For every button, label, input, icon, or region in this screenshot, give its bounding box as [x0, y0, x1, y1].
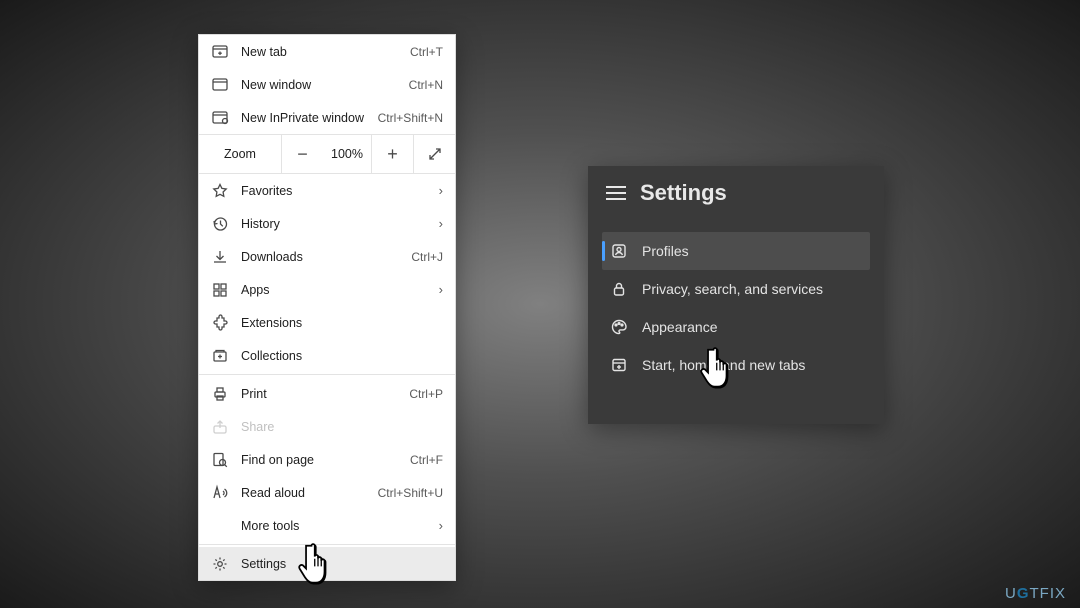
menu-item-favorites[interactable]: Favorites ›: [199, 174, 455, 207]
settings-sidebar-panel: Settings Profiles Privacy, search, and s…: [588, 166, 884, 424]
zoom-label: Zoom: [199, 147, 281, 161]
menu-item-settings[interactable]: Settings: [199, 547, 455, 580]
new-tab-icon: [211, 43, 229, 61]
menu-shortcut: Ctrl+Shift+N: [378, 111, 443, 125]
chevron-right-icon: ›: [439, 518, 443, 533]
menu-label: Favorites: [241, 184, 427, 198]
find-icon: [211, 451, 229, 469]
zoom-in-button[interactable]: +: [371, 134, 413, 174]
settings-item-privacy[interactable]: Privacy, search, and services: [588, 270, 884, 308]
menu-item-collections[interactable]: Collections: [199, 339, 455, 372]
profiles-icon: [610, 242, 628, 260]
settings-item-profiles[interactable]: Profiles: [602, 232, 870, 270]
menu-shortcut: Ctrl+P: [409, 387, 443, 401]
menu-label: History: [241, 217, 427, 231]
settings-item-label: Appearance: [642, 319, 718, 335]
settings-item-label: Privacy, search, and services: [642, 281, 823, 297]
watermark-text: TFIX: [1030, 585, 1067, 602]
menu-item-apps[interactable]: Apps ›: [199, 273, 455, 306]
palette-icon: [610, 318, 628, 336]
zoom-row: Zoom − 100% +: [199, 134, 455, 174]
menu-label: New window: [241, 78, 397, 92]
hamburger-icon[interactable]: [606, 186, 626, 200]
edge-overflow-menu: New tab Ctrl+T New window Ctrl+N New InP…: [198, 34, 456, 581]
menu-shortcut: Ctrl+T: [410, 45, 443, 59]
menu-item-find-on-page[interactable]: Find on page Ctrl+F: [199, 443, 455, 476]
settings-title: Settings: [640, 180, 727, 206]
watermark-text: G: [1017, 585, 1030, 602]
chevron-right-icon: ›: [439, 183, 443, 198]
menu-label: Downloads: [241, 250, 399, 264]
menu-item-more-tools[interactable]: More tools ›: [199, 509, 455, 542]
chevron-right-icon: ›: [439, 216, 443, 231]
fullscreen-button[interactable]: [413, 134, 455, 174]
menu-label: Find on page: [241, 453, 398, 467]
menu-shortcut: Ctrl+Shift+U: [378, 486, 443, 500]
menu-item-extensions[interactable]: Extensions: [199, 306, 455, 339]
blank-icon: [211, 517, 229, 535]
settings-item-label: Profiles: [642, 243, 689, 259]
chevron-right-icon: ›: [439, 282, 443, 297]
menu-separator: [199, 544, 455, 545]
zoom-value: 100%: [323, 147, 371, 161]
menu-label: New InPrivate window: [241, 111, 366, 125]
print-icon: [211, 385, 229, 403]
new-window-icon: [211, 76, 229, 94]
menu-label: Apps: [241, 283, 427, 297]
settings-item-appearance[interactable]: Appearance: [588, 308, 884, 346]
menu-item-new-tab[interactable]: New tab Ctrl+T: [199, 35, 455, 68]
watermark-text: U: [1005, 585, 1017, 602]
menu-label: Settings: [241, 557, 443, 571]
start-page-icon: [610, 356, 628, 374]
download-icon: [211, 248, 229, 266]
menu-separator: [199, 374, 455, 375]
settings-item-start[interactable]: Start, home, and new tabs: [588, 346, 884, 384]
menu-item-downloads[interactable]: Downloads Ctrl+J: [199, 240, 455, 273]
menu-label: Share: [241, 420, 443, 434]
inprivate-icon: [211, 109, 229, 127]
settings-item-label: Start, home, and new tabs: [642, 357, 805, 373]
menu-item-share: Share: [199, 410, 455, 443]
apps-icon: [211, 281, 229, 299]
menu-shortcut: Ctrl+F: [410, 453, 443, 467]
menu-label: Extensions: [241, 316, 443, 330]
menu-item-print[interactable]: Print Ctrl+P: [199, 377, 455, 410]
share-icon: [211, 418, 229, 436]
menu-item-new-window[interactable]: New window Ctrl+N: [199, 68, 455, 101]
menu-item-new-inprivate-window[interactable]: New InPrivate window Ctrl+Shift+N: [199, 101, 455, 134]
extensions-icon: [211, 314, 229, 332]
read-aloud-icon: [211, 484, 229, 502]
collections-icon: [211, 347, 229, 365]
menu-label: Print: [241, 387, 397, 401]
settings-header: Settings: [588, 180, 884, 206]
menu-item-read-aloud[interactable]: Read aloud Ctrl+Shift+U: [199, 476, 455, 509]
gear-icon: [211, 555, 229, 573]
menu-item-history[interactable]: History ›: [199, 207, 455, 240]
zoom-out-button[interactable]: −: [281, 134, 323, 174]
menu-label: New tab: [241, 45, 398, 59]
lock-icon: [610, 280, 628, 298]
menu-label: Collections: [241, 349, 443, 363]
history-icon: [211, 215, 229, 233]
menu-label: Read aloud: [241, 486, 366, 500]
menu-label: More tools: [241, 519, 427, 533]
watermark: UGTFIX: [1005, 585, 1066, 602]
menu-shortcut: Ctrl+J: [411, 250, 443, 264]
menu-shortcut: Ctrl+N: [409, 78, 443, 92]
star-icon: [211, 182, 229, 200]
